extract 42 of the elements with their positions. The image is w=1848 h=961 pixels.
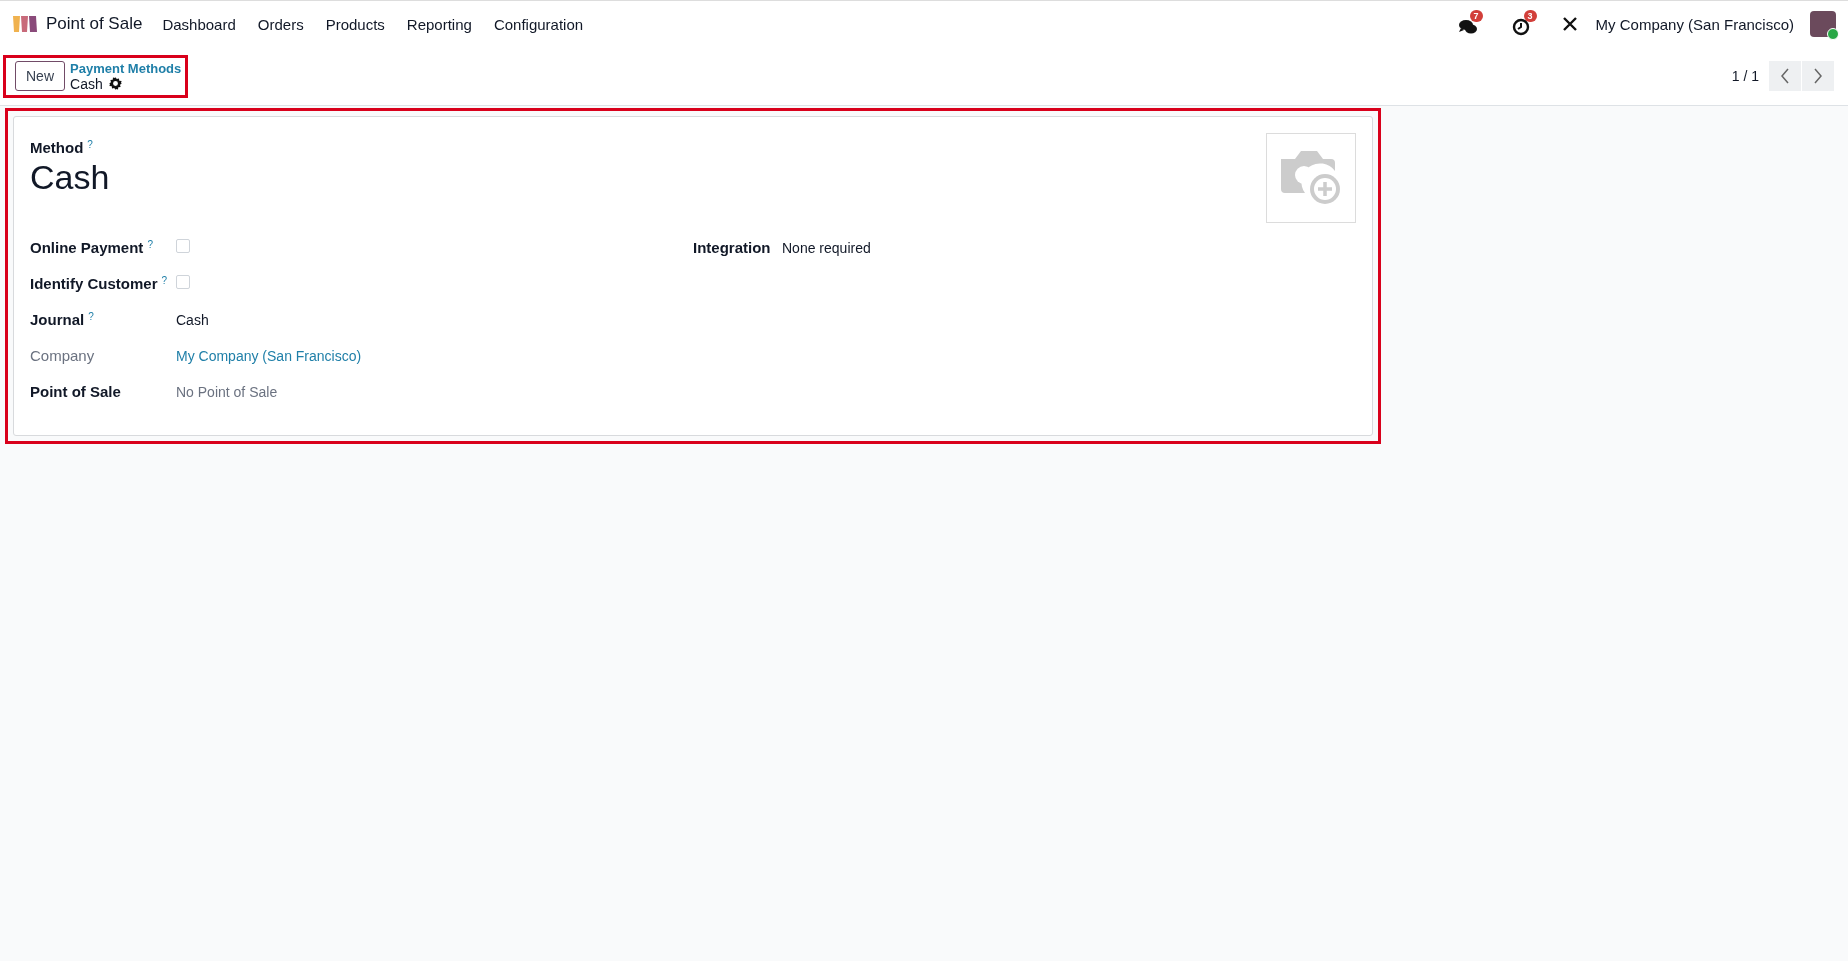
menu-item[interactable]: Products — [325, 15, 385, 33]
checkbox[interactable] — [176, 238, 190, 253]
activities-button[interactable]: 3 — [1509, 10, 1542, 38]
next-button[interactable] — [1802, 61, 1834, 91]
menu-item[interactable]: Reporting — [406, 15, 472, 33]
chevron-left-icon — [1780, 68, 1790, 84]
field-label: Integration — [693, 238, 771, 256]
field-label: Method — [30, 139, 84, 156]
app-name[interactable]: Point of Sale — [46, 14, 143, 34]
checkbox[interactable] — [176, 274, 190, 289]
pager-value: 1 / 1 — [1731, 68, 1759, 84]
field-label: Point of Sale — [30, 382, 121, 400]
help-tooltip[interactable]: ? — [161, 274, 168, 286]
field-label: Company — [30, 346, 95, 364]
field-label: Journal — [30, 310, 85, 328]
menu-item[interactable]: Configuration — [493, 15, 584, 33]
user-avatar[interactable] — [1810, 11, 1836, 37]
previous-button[interactable] — [1769, 61, 1801, 91]
breadcrumb-link[interactable]: Payment Methods — [70, 60, 182, 76]
new-button[interactable]: New — [15, 61, 65, 91]
field-label: Identify Customer — [30, 274, 158, 292]
record-name: Cash — [70, 75, 103, 92]
activity-count-badge: 3 — [1523, 10, 1537, 22]
messages-button[interactable]: 7 — [1455, 10, 1490, 38]
help-tooltip[interactable]: ? — [88, 310, 94, 322]
help-tooltip[interactable]: ? — [147, 238, 153, 250]
help-tooltip[interactable]: ? — [87, 139, 93, 150]
clock-icon — [1511, 18, 1530, 36]
gear-icon[interactable] — [108, 77, 122, 90]
field-value: Cash — [176, 311, 209, 328]
app-logo-icon[interactable] — [12, 14, 38, 34]
field-placeholder[interactable]: No Point of Sale — [176, 383, 278, 400]
method-name-field[interactable]: Cash — [30, 158, 110, 197]
menu-item[interactable]: Dashboard — [162, 15, 236, 33]
chat-icon — [1457, 18, 1478, 36]
field-label: Online Payment — [30, 238, 144, 256]
chevron-right-icon — [1813, 68, 1823, 84]
company-link[interactable]: My Company (San Francisco) — [176, 347, 362, 364]
company-switcher[interactable]: My Company (San Francisco) — [1595, 15, 1794, 33]
menu-item[interactable]: Orders — [257, 15, 304, 33]
field-value: None required — [782, 239, 871, 256]
message-count-badge: 7 — [1469, 10, 1483, 22]
